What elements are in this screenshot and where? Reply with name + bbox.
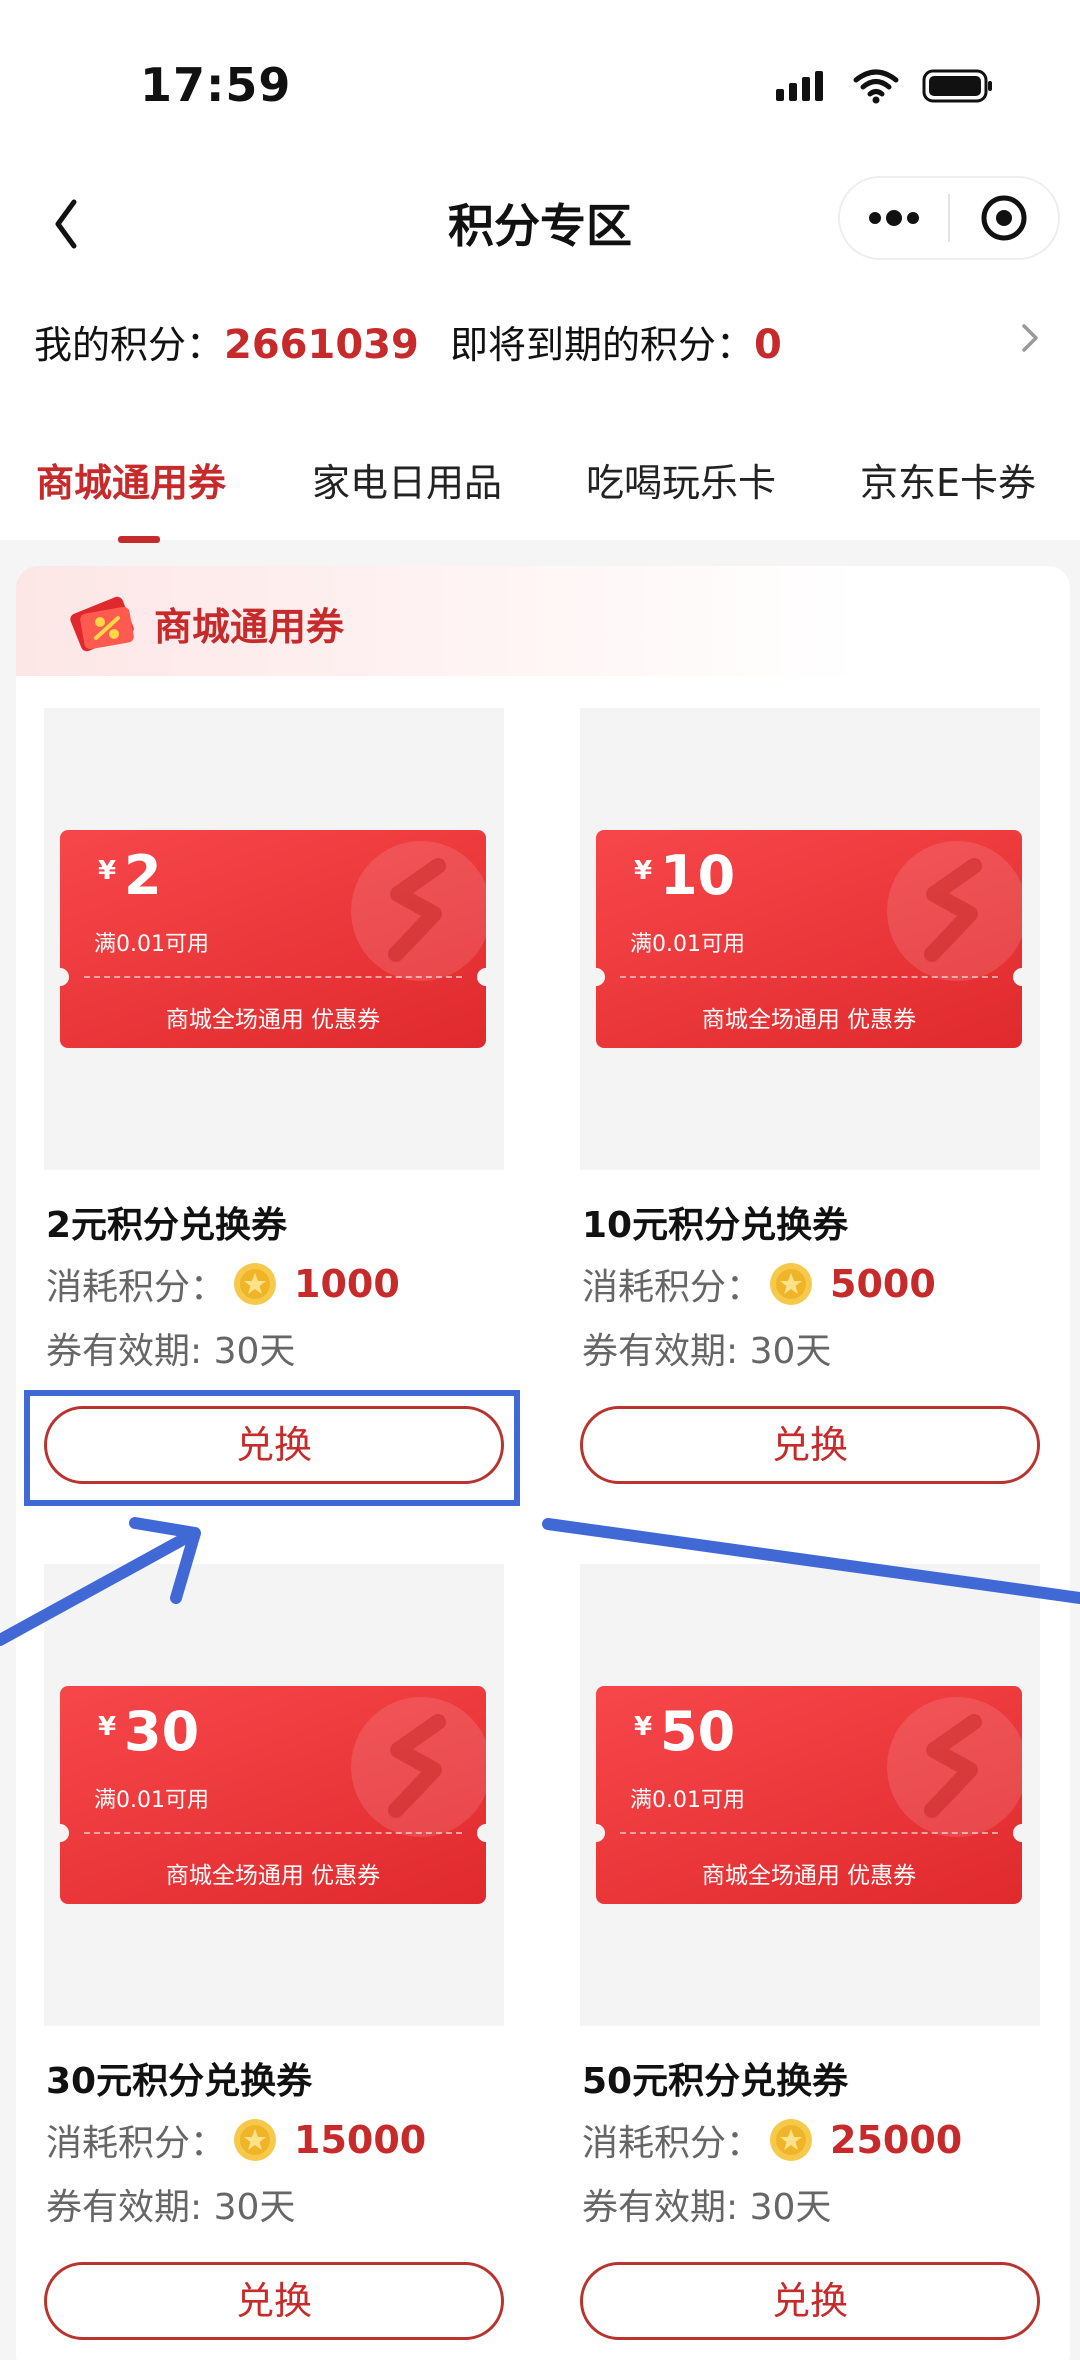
product-cost: 消耗积分： 25000 — [582, 2114, 962, 2166]
coupon-divider — [620, 1832, 998, 1834]
coin-icon — [770, 1263, 813, 1305]
coupon-section: 商城通用券 ¥ 2 满0.01可用 商城全场通用 优惠券 2元积分兑换券 消耗积… — [16, 566, 1070, 2360]
tab-jd-ecard[interactable]: 京东E卡券 — [860, 452, 1036, 507]
coupon-condition: 满0.01可用 — [630, 1788, 745, 1813]
product-cost: 消耗积分： 1000 — [46, 1258, 400, 1310]
redeem-button[interactable]: 兑换 — [44, 2262, 504, 2340]
coupon-condition: 满0.01可用 — [94, 1788, 209, 1813]
coupon-description: 商城全场通用 优惠券 — [165, 1863, 381, 1889]
coupon-graphic: ¥ 10 满0.01可用 商城全场通用 优惠券 — [596, 830, 1022, 1048]
product-image[interactable]: ¥ 30 满0.01可用 商城全场通用 优惠券 — [44, 1564, 504, 2026]
coupon-notch — [596, 1824, 605, 1842]
expiring-points-label: 即将到期的积分： — [450, 323, 755, 367]
coupon-yen: ¥ — [634, 856, 653, 886]
battery-icon — [922, 69, 992, 103]
coupon-amount: 10 — [660, 844, 736, 907]
target-icon — [981, 195, 1027, 241]
coupon-watermark-icon — [887, 841, 1022, 981]
coupon-notch — [60, 1824, 69, 1842]
coupon-yen: ¥ — [634, 1712, 653, 1742]
coin-icon — [770, 2119, 813, 2161]
cost-label: 消耗积分： — [582, 1267, 763, 1308]
nav-bar: 积分专区 — [0, 170, 1080, 280]
cost-value: 25000 — [830, 2118, 963, 2162]
my-points-label: 我的积分： — [34, 323, 225, 367]
coupon-graphic: ¥ 30 满0.01可用 商城全场通用 优惠券 — [60, 1686, 486, 1904]
product-name: 10元积分兑换券 — [582, 1205, 849, 1246]
coupon-divider — [84, 976, 462, 978]
tab-mall-coupon[interactable]: 商城通用券 — [36, 452, 226, 507]
coupon-yen: ¥ — [98, 856, 117, 886]
category-tabs: 商城通用券 家电日用品 吃喝玩乐卡 京东E卡券 — [0, 440, 1080, 543]
coupon-description: 商城全场通用 优惠券 — [701, 1007, 917, 1033]
status-bar: 17:59 — [0, 0, 1080, 170]
product-image[interactable]: ¥ 10 满0.01可用 商城全场通用 优惠券 — [580, 708, 1040, 1170]
cost-label: 消耗积分： — [46, 2123, 227, 2164]
product-image[interactable]: ¥ 50 满0.01可用 商城全场通用 优惠券 — [580, 1564, 1040, 2026]
coupon-watermark-icon — [351, 1697, 486, 1837]
product-name: 50元积分兑换券 — [582, 2061, 849, 2102]
product-cost: 消耗积分： 15000 — [46, 2114, 426, 2166]
section-title: 商城通用券 — [154, 605, 345, 649]
status-time: 17:59 — [140, 58, 292, 112]
close-program-button[interactable] — [950, 176, 1058, 260]
product-validity: 券有效期: 30天 — [46, 1331, 296, 1372]
coupon-description: 商城全场通用 优惠券 — [165, 1007, 381, 1033]
coin-icon — [234, 2119, 277, 2161]
coupon-graphic: ¥ 2 满0.01可用 商城全场通用 优惠券 — [60, 830, 486, 1048]
coupon-notch — [596, 968, 605, 986]
product-image[interactable]: ¥ 2 满0.01可用 商城全场通用 优惠券 — [44, 708, 504, 1170]
coupon-divider — [620, 976, 998, 978]
points-summary[interactable]: 我的积分： 2661039 即将到期的积分： 0 — [0, 300, 1080, 380]
coupon-yen: ¥ — [98, 1712, 117, 1742]
coupon-condition: 满0.01可用 — [94, 932, 209, 957]
redeem-button[interactable]: 兑换 — [580, 1406, 1040, 1484]
product-cost: 消耗积分： 5000 — [582, 1258, 936, 1310]
product-validity: 券有效期: 30天 — [582, 2187, 832, 2228]
header-area: 17:59 积分专区 我的积分： 2661039 即将到期的积分： 0 商城通用… — [0, 0, 1080, 543]
coupon-amount: 30 — [124, 1700, 200, 1763]
my-points: 我的积分： 2661039 — [34, 314, 419, 369]
mini-program-capsule — [838, 176, 1060, 260]
chevron-right-icon[interactable] — [1010, 318, 1050, 358]
coupon-notch — [60, 968, 69, 986]
coupon-amount: 50 — [660, 1700, 736, 1763]
coupon-amount: 2 — [124, 844, 162, 907]
coupon-watermark-icon — [351, 841, 486, 981]
product-name: 30元积分兑换券 — [46, 2061, 313, 2102]
product-name: 2元积分兑换券 — [46, 1205, 288, 1246]
wifi-icon — [853, 69, 899, 104]
cost-value: 15000 — [294, 2118, 427, 2162]
cost-value: 1000 — [294, 1262, 400, 1306]
active-tab-indicator — [118, 536, 160, 543]
coupon-watermark-icon — [887, 1697, 1022, 1837]
cost-label: 消耗积分： — [46, 1267, 227, 1308]
redeem-button[interactable]: 兑换 — [44, 1406, 504, 1484]
more-button[interactable] — [840, 176, 948, 260]
cost-label: 消耗积分： — [582, 2123, 763, 2164]
expiring-points-value: 0 — [754, 322, 782, 368]
tab-entertainment-card[interactable]: 吃喝玩乐卡 — [586, 452, 776, 507]
product-validity: 券有效期: 30天 — [46, 2187, 296, 2228]
product-validity: 券有效期: 30天 — [582, 1331, 832, 1372]
more-dots-icon — [869, 210, 919, 226]
section-header: 商城通用券 — [16, 566, 1070, 676]
coupon-divider — [84, 1832, 462, 1834]
coupon-graphic: ¥ 50 满0.01可用 商城全场通用 优惠券 — [596, 1686, 1022, 1904]
coupon-description: 商城全场通用 优惠券 — [701, 1863, 917, 1889]
expiring-points: 即将到期的积分： 0 — [450, 314, 782, 369]
cost-value: 5000 — [830, 1262, 936, 1306]
coin-icon — [234, 1263, 277, 1305]
my-points-value: 2661039 — [224, 322, 419, 368]
tab-appliances[interactable]: 家电日用品 — [312, 452, 502, 507]
signal-icon — [776, 71, 823, 101]
redeem-button[interactable]: 兑换 — [580, 2262, 1040, 2340]
status-icons — [774, 68, 994, 104]
coupon-logo-icon — [70, 596, 134, 652]
coupon-condition: 满0.01可用 — [630, 932, 745, 957]
